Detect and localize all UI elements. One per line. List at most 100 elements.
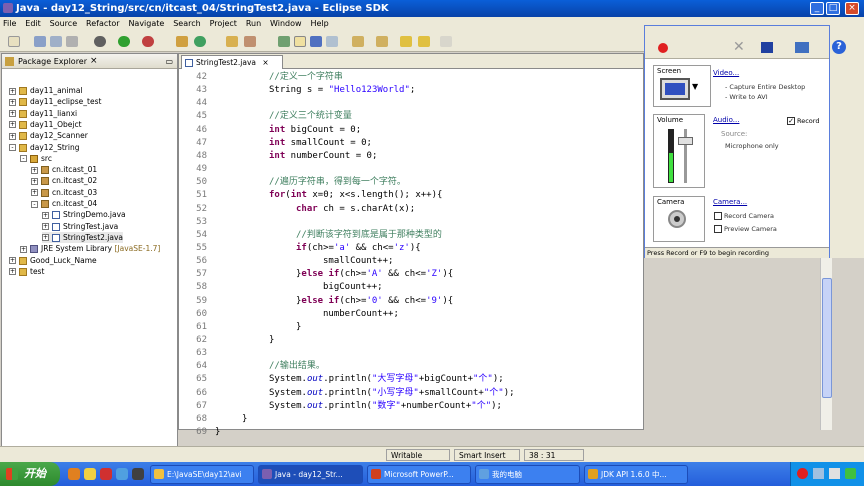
close-tab-icon[interactable]: × <box>262 58 268 67</box>
tree-item[interactable]: + cn.itcast_03 <box>31 187 97 198</box>
code-line[interactable]: int smallCount = 0; <box>269 137 372 150</box>
tree-item[interactable]: + Good_Luck_Name <box>9 255 97 266</box>
screen-monitor-icon[interactable] <box>660 78 690 100</box>
minimize-view-icon[interactable]: ▭ <box>165 54 173 69</box>
audio-settings-link[interactable]: Audio... <box>713 116 739 124</box>
tree-item[interactable]: + day11_eclipse_test <box>9 96 101 107</box>
tree-item[interactable]: + StringTest.java <box>42 221 118 232</box>
window-title-bar[interactable]: Java - day12_String/src/cn/itcast_04/Str… <box>0 0 864 17</box>
volume-slider[interactable] <box>678 137 693 145</box>
security-tray-icon[interactable] <box>845 468 856 479</box>
external-tools-icon[interactable] <box>142 36 154 47</box>
volume-tray-icon[interactable] <box>829 468 840 479</box>
code-line[interactable]: //定义三个统计变量 <box>269 110 352 123</box>
menu-refactor[interactable]: Refactor <box>83 17 123 31</box>
tree-item[interactable]: + day12_Scanner <box>9 130 88 141</box>
collapse-icon[interactable]: - <box>31 200 38 208</box>
editor-tab-stringtest2[interactable]: StringTest2.java × <box>181 55 283 69</box>
run-icon[interactable] <box>118 36 130 47</box>
code-line[interactable]: for(int x=0; x<s.length(); x++){ <box>269 189 442 202</box>
close-button[interactable]: × <box>845 2 859 15</box>
editor-vertical-scrollbar[interactable] <box>820 258 832 430</box>
tree-item[interactable]: - src <box>20 153 52 164</box>
record-audio-checkbox[interactable]: ✓ <box>787 117 795 125</box>
taskbar-task[interactable]: Microsoft PowerP... <box>367 465 471 484</box>
code-line[interactable]: //输出结果。 <box>269 360 325 373</box>
close-view-icon[interactable]: × <box>90 54 98 69</box>
monitor-icon[interactable] <box>761 42 773 53</box>
tree-item[interactable]: + cn.itcast_02 <box>31 175 97 186</box>
code-line[interactable]: if(ch>='a' && ch<='z'){ <box>296 242 421 255</box>
java-editor[interactable]: StringTest2.java × 42 //定义一个字符串 43 String s… <box>178 53 644 437</box>
tree-item[interactable]: + cn.itcast_01 <box>31 164 97 175</box>
stop-icon[interactable]: ✕ <box>733 40 747 54</box>
expand-icon[interactable]: + <box>9 110 16 118</box>
forward-icon[interactable] <box>440 36 452 47</box>
expand-icon[interactable]: + <box>9 257 16 264</box>
tree-item[interactable]: + day11_lianxi <box>9 108 77 119</box>
next-annotation-icon[interactable] <box>352 36 364 47</box>
tree-item[interactable]: + StringTest2.java <box>42 231 124 243</box>
code-line[interactable]: String s = "Hello123World"; <box>269 84 415 97</box>
preview-camera-checkbox[interactable] <box>714 225 722 233</box>
menu-source[interactable]: Source <box>47 17 80 31</box>
expand-icon[interactable]: + <box>42 234 49 242</box>
code-line[interactable]: } <box>269 334 274 347</box>
tree-item[interactable]: - cn.itcast_04 <box>31 198 97 209</box>
code-line[interactable]: System.out.println("数字"+numberCount+"个")… <box>269 400 502 413</box>
code-line[interactable]: }else if(ch>='0' && ch<='9'){ <box>296 295 453 308</box>
video-settings-link[interactable]: Video... <box>713 69 739 77</box>
menu-navigate[interactable]: Navigate <box>125 17 167 31</box>
minimize-button[interactable]: _ <box>810 2 824 15</box>
collapse-icon[interactable]: - <box>9 144 16 151</box>
toggle-whitespace-icon[interactable] <box>310 36 322 47</box>
back-icon[interactable] <box>418 36 430 47</box>
expand-icon[interactable]: + <box>42 211 49 219</box>
expand-icon[interactable]: + <box>9 268 16 276</box>
code-line[interactable]: bigCount++; <box>323 281 383 294</box>
expand-icon[interactable]: + <box>9 121 16 129</box>
record-icon[interactable] <box>658 43 668 53</box>
open-type-icon[interactable] <box>226 36 238 47</box>
recording-tray-icon[interactable] <box>797 468 808 479</box>
maximize-button[interactable]: □ <box>826 2 840 15</box>
camera-settings-link[interactable]: Camera... <box>713 198 747 206</box>
expand-icon[interactable]: + <box>31 166 38 174</box>
code-line[interactable]: } <box>242 413 247 426</box>
expand-icon[interactable]: + <box>42 223 49 231</box>
save-icon[interactable] <box>34 36 46 47</box>
expand-icon[interactable]: + <box>9 87 16 95</box>
start-button[interactable]: 开始 <box>0 462 60 486</box>
menu-edit[interactable]: Edit <box>22 17 44 31</box>
expand-icon[interactable]: + <box>20 245 27 253</box>
tree-item[interactable]: + day11_animal <box>9 85 83 96</box>
toggle-highlight-icon[interactable] <box>294 36 306 47</box>
screen-options-icon[interactable] <box>795 42 809 53</box>
quicklaunch-icon-3[interactable] <box>100 468 112 480</box>
code-line[interactable]: } <box>296 321 301 334</box>
taskbar-task[interactable]: E:\JavaSE\day12\avi <box>150 465 254 484</box>
expand-icon[interactable]: + <box>31 189 38 197</box>
menu-help[interactable]: Help <box>307 17 331 31</box>
menu-run[interactable]: Run <box>243 17 264 31</box>
print-icon[interactable] <box>66 36 78 47</box>
network-tray-icon[interactable] <box>813 468 824 479</box>
quicklaunch-icon-4[interactable] <box>116 468 128 480</box>
code-line[interactable]: int bigCount = 0; <box>269 124 361 137</box>
taskbar-task[interactable]: Java - day12_Str... <box>258 465 363 484</box>
menu-file[interactable]: File <box>0 17 19 31</box>
record-camera-checkbox[interactable] <box>714 212 722 220</box>
show-source-icon[interactable] <box>326 36 338 47</box>
quicklaunch-icon-5[interactable] <box>132 468 144 480</box>
code-line[interactable]: } <box>215 426 220 439</box>
new-java-project-icon[interactable] <box>176 36 188 47</box>
code-line[interactable]: numberCount++; <box>323 308 399 321</box>
quicklaunch-icon-2[interactable] <box>84 468 96 480</box>
code-line[interactable]: smallCount++; <box>323 255 393 268</box>
expand-icon[interactable]: + <box>9 132 16 140</box>
save-all-icon[interactable] <box>50 36 62 47</box>
quicklaunch-icon-1[interactable] <box>68 468 80 480</box>
code-line[interactable]: char ch = s.charAt(x); <box>296 203 415 216</box>
menu-window[interactable]: Window <box>267 17 305 31</box>
last-edit-icon[interactable] <box>400 36 412 47</box>
